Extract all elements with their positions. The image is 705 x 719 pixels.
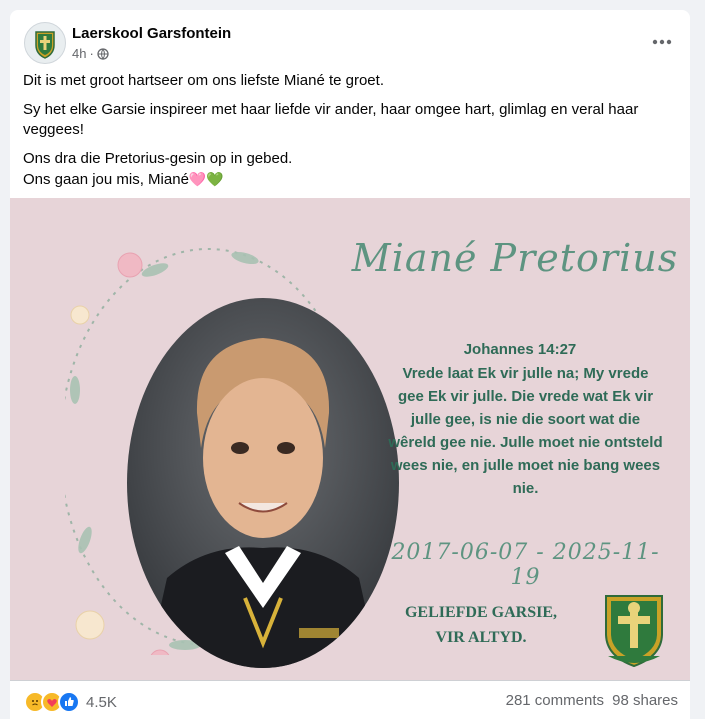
farewell-line: GELIEFDE GARSIE, [404,604,558,621]
post-paragraph: Ons dra die Pretorius-gesin op in gebed. [23,150,293,167]
memorial-portrait-photo [127,298,399,668]
life-dates: 2017-06-07 - 2025-11-19 [391,540,660,590]
school-crest-icon [605,595,663,668]
post-closing-line: Ons gaan jou mis, Miané [23,171,189,188]
more-options-button[interactable] [644,28,680,56]
reaction-count: 4.5K [86,693,117,711]
globe-icon[interactable] [97,47,109,60]
facebook-post: Laerskool Garsfontein 4h · Dit is met gr… [10,10,690,719]
memorial-name: Miané Pretorius [351,236,679,280]
post-paragraph: Ons gaan jou mis, Miané🩷💚 [23,169,673,190]
more-options-icon [652,39,672,45]
memorial-image[interactable]: Miané Pretorius Johannes 14:27 Vrede laa… [10,198,690,680]
reaction-summary[interactable]: 4.5K [24,691,117,713]
post-meta: 4h · [72,46,109,61]
page-avatar[interactable] [24,22,66,64]
verse-text: Vrede laat Ek vir julle na; My vrede gee… [388,365,663,497]
farewell-text: GELIEFDE GARSIE, VIR ALTYD. [396,600,566,650]
school-crest-icon [35,31,55,59]
post-footer: 4.5K 281 comments 98 shares [10,680,690,719]
farewell-line: VIR ALTYD. [435,629,527,646]
post-paragraph: Dit is met groot hartseer om ons liefste… [23,72,384,89]
comments-link[interactable]: 281 comments [506,692,604,709]
post-text: Dit is met groot hartseer om ons liefste… [23,71,673,199]
verse-reference: Johannes 14:27 [463,341,577,358]
page-name[interactable]: Laerskool Garsfontein [72,25,231,42]
post-paragraph: Sy het elke Garsie inspireer met haar li… [23,101,639,138]
post-header: Laerskool Garsfontein 4h · [10,10,690,74]
post-time[interactable]: 4h [72,46,86,61]
like-reaction-icon [58,691,80,713]
heart-emojis: 🩷💚 [188,171,224,187]
shares-link[interactable]: 98 shares [612,692,678,709]
floral-wreath [59,240,399,671]
